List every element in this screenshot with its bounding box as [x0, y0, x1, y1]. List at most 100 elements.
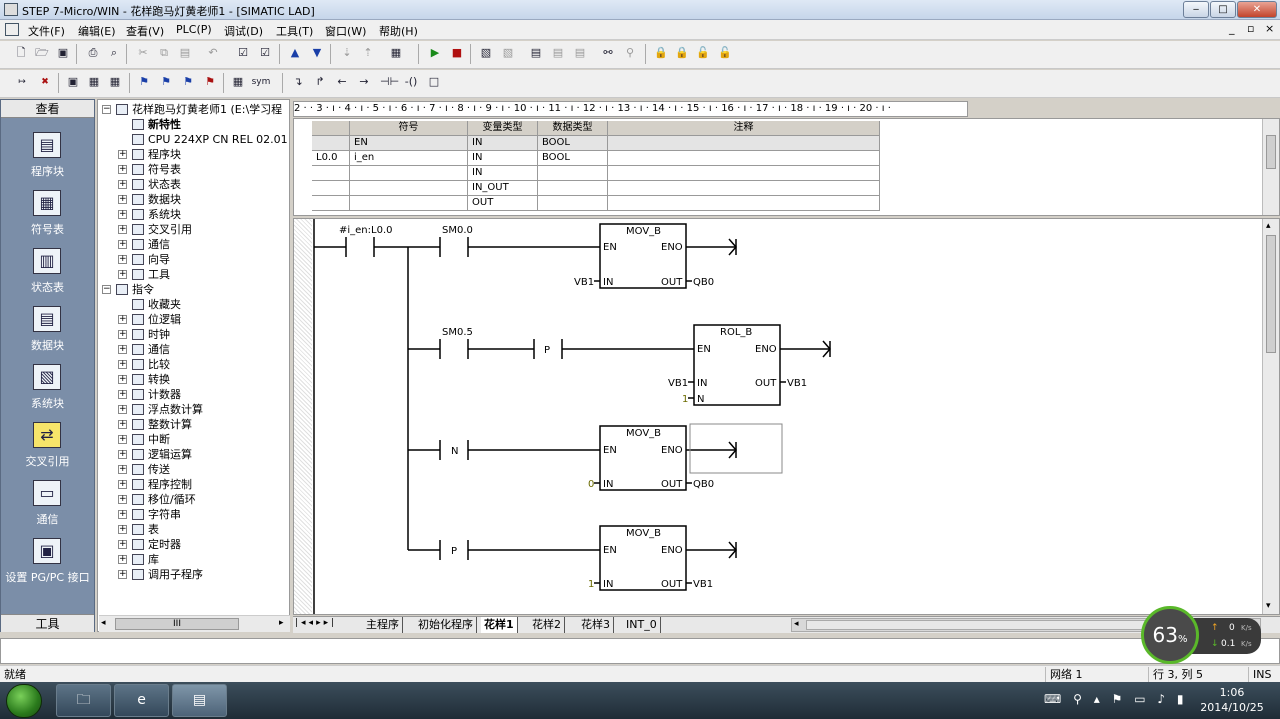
scroll-left-icon[interactable]: ◂: [794, 619, 799, 629]
tab-6[interactable]: INT_0: [623, 617, 661, 633]
table-cell[interactable]: [350, 181, 468, 196]
menu-edit[interactable]: 编辑(E): [78, 23, 116, 39]
expand-icon[interactable]: +: [118, 570, 127, 579]
contact-icon[interactable]: ⊣⊢: [380, 73, 399, 91]
start-button[interactable]: [6, 684, 42, 718]
table-cell[interactable]: IN: [468, 166, 538, 181]
print-preview-icon[interactable]: ⌕: [105, 44, 123, 62]
remove-bookmark-icon[interactable]: ⚑: [201, 73, 219, 91]
close-button[interactable]: ✕: [1237, 1, 1277, 18]
scroll-thumb[interactable]: III: [115, 618, 239, 630]
expand-icon[interactable]: +: [118, 540, 127, 549]
keyboard-icon[interactable]: ⌨: [1044, 692, 1061, 706]
unlock-all-icon[interactable]: 🔓: [694, 44, 712, 62]
upload-icon[interactable]: ▲: [286, 44, 304, 62]
mdi-minimize-button[interactable]: _: [1229, 22, 1235, 35]
expand-icon[interactable]: +: [118, 420, 127, 429]
step7-taskbar-icon[interactable]: ▤: [172, 684, 227, 717]
pause-status-icon[interactable]: ▧: [499, 44, 517, 62]
net-speed-widget[interactable]: ↑ 0 K/s ↓ 0.1 K/s 63%: [1141, 606, 1261, 664]
expand-icon[interactable]: +: [118, 315, 127, 324]
maximize-button[interactable]: □: [1210, 1, 1236, 18]
network-icon[interactable]: ▭: [1134, 692, 1145, 706]
read-forced-icon[interactable]: 🔓: [716, 44, 734, 62]
expand-icon[interactable]: +: [118, 330, 127, 339]
program-status-icon[interactable]: ▧: [477, 44, 495, 62]
save-icon[interactable]: ▣: [54, 44, 72, 62]
lock-icon[interactable]: 🔒: [652, 44, 670, 62]
expand-icon[interactable]: +: [118, 180, 127, 189]
sym-info-icon[interactable]: sym: [250, 73, 272, 91]
table-cell[interactable]: [350, 166, 468, 181]
scroll-thumb[interactable]: [1266, 235, 1276, 353]
flag-icon[interactable]: ⚑: [1112, 692, 1123, 706]
line-down-icon[interactable]: ↴: [289, 73, 307, 91]
line-up-icon[interactable]: ↱: [311, 73, 329, 91]
tab-4[interactable]: 花样2: [529, 617, 565, 633]
delete-network-icon[interactable]: ✖: [33, 73, 57, 91]
table-cell[interactable]: [608, 166, 880, 181]
table-cell[interactable]: i_en: [350, 151, 468, 166]
new-icon[interactable]: 🗋: [12, 44, 30, 62]
collapse-icon[interactable]: −: [102, 285, 111, 294]
force-icon[interactable]: ⚯: [599, 44, 617, 62]
expand-icon[interactable]: +: [118, 360, 127, 369]
scroll-left-icon[interactable]: ◂: [101, 618, 106, 628]
table-cell[interactable]: IN_OUT: [468, 181, 538, 196]
table-cell[interactable]: [312, 166, 350, 181]
table-cell[interactable]: L0.0: [312, 151, 350, 166]
sort-asc-icon[interactable]: ⇣: [338, 44, 356, 62]
download-icon[interactable]: ▼: [308, 44, 326, 62]
expand-icon[interactable]: +: [118, 465, 127, 474]
table-cell[interactable]: IN: [468, 136, 538, 151]
table-cell[interactable]: BOOL: [538, 136, 608, 151]
menu-file[interactable]: 文件(F): [28, 23, 65, 39]
expand-icon[interactable]: +: [118, 495, 127, 504]
menu-tools[interactable]: 工具(T): [276, 23, 313, 39]
table-cell[interactable]: EN: [350, 136, 468, 151]
table-cell[interactable]: [608, 181, 880, 196]
expand-icon[interactable]: +: [118, 480, 127, 489]
table-cell[interactable]: [608, 136, 880, 151]
table-cell[interactable]: [538, 166, 608, 181]
cut-icon[interactable]: ✂: [134, 44, 152, 62]
table-cell[interactable]: [608, 151, 880, 166]
tab-3[interactable]: 花样1: [481, 617, 518, 633]
insert-network-icon[interactable]: ↦: [10, 73, 34, 91]
coil-icon[interactable]: -(): [402, 73, 420, 91]
expand-icon[interactable]: +: [118, 390, 127, 399]
nav-status-table[interactable]: ▥ 状态表: [1, 246, 94, 304]
compile-icon[interactable]: ☑: [234, 44, 252, 62]
tab-1[interactable]: 主程序: [363, 617, 403, 633]
nav-data-block[interactable]: ▤ 数据块: [1, 304, 94, 362]
compile-all-icon[interactable]: ☑: [256, 44, 274, 62]
run-icon[interactable]: ▶: [426, 44, 444, 62]
mdi-restore-button[interactable]: ▫: [1247, 22, 1254, 35]
expand-icon[interactable]: +: [118, 345, 127, 354]
undo-icon[interactable]: ↶: [204, 44, 222, 62]
toggle-bookmark-icon[interactable]: ⚑: [135, 73, 153, 91]
collapse-icon[interactable]: −: [102, 105, 111, 114]
table-cell[interactable]: [538, 181, 608, 196]
options-icon[interactable]: ▦: [387, 44, 405, 62]
expand-icon[interactable]: +: [118, 435, 127, 444]
expand-icon[interactable]: +: [118, 510, 127, 519]
tab-2[interactable]: 初始化程序: [415, 617, 477, 633]
toggle-poe-icon[interactable]: ▣: [64, 73, 82, 91]
next-bookmark-icon[interactable]: ⚑: [157, 73, 175, 91]
expand-icon[interactable]: +: [118, 555, 127, 564]
menu-view[interactable]: 查看(V): [126, 23, 164, 39]
line-right-icon[interactable]: →: [355, 73, 373, 91]
table-cell[interactable]: OUT: [468, 196, 538, 211]
menu-plc[interactable]: PLC(P): [176, 23, 212, 36]
ladder-diagram[interactable]: #i_en:L0.0 SM0.0 SM0.5 P N P MOV_B EN EN…: [294, 219, 1262, 615]
box-icon[interactable]: □: [425, 73, 443, 91]
table-icon[interactable]: ▦: [106, 73, 124, 91]
mdi-close-button[interactable]: ×: [1265, 22, 1274, 35]
tray-expand-icon[interactable]: ▴: [1094, 692, 1100, 706]
menu-debug[interactable]: 调试(D): [224, 23, 263, 39]
sort-desc-icon[interactable]: ⇡: [359, 44, 377, 62]
volume-icon[interactable]: ♪: [1157, 692, 1165, 706]
nav-header[interactable]: 查看: [1, 100, 94, 118]
minimize-button[interactable]: ‒: [1183, 1, 1209, 18]
